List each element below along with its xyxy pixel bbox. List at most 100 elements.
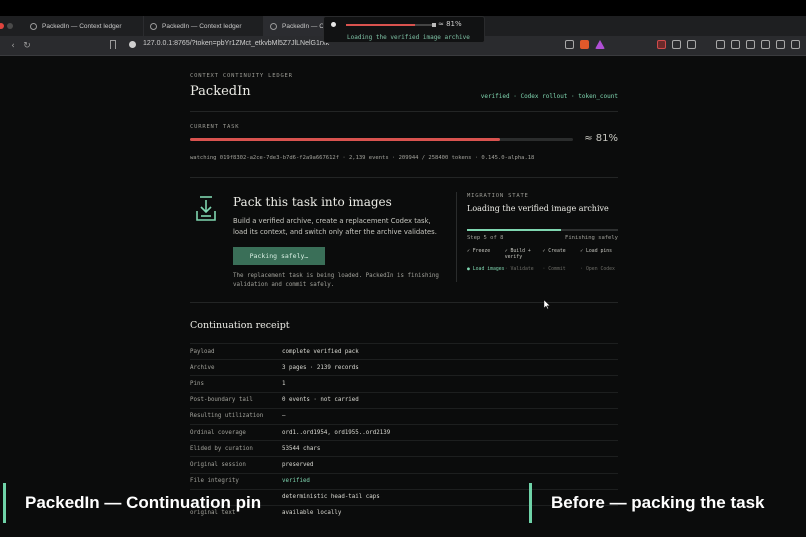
archive-download-icon [196, 196, 216, 221]
divider [190, 302, 618, 303]
receipt-value: available locally [282, 510, 342, 517]
receipt-row: Ordinal coverage ord1..ord1954, ord1955..… [190, 423, 618, 440]
receipt-key: Original session [190, 461, 246, 468]
menu-icon[interactable] [791, 40, 800, 49]
migration-step: ✓ Build + verify [504, 249, 531, 260]
music-icon[interactable] [716, 40, 725, 49]
receipt-key: Resulting utilization [190, 413, 264, 420]
pack-note: The replacement task is being loaded. Pa… [233, 273, 439, 288]
bookmark-icon[interactable] [110, 40, 116, 49]
window-top-strip [0, 0, 806, 16]
receipt-row: Elided by curation 53544 chars [190, 440, 618, 456]
receipt-key: Payload [190, 348, 215, 355]
divider [190, 111, 618, 112]
migration-steps: ✓ Freeze ✓ Build + verify ✓ Create ✓ Loa… [467, 249, 618, 273]
toolbar-icons [565, 40, 800, 49]
brave-rewards-icon[interactable] [595, 40, 605, 49]
receipt-key: Post-boundary tail [190, 397, 253, 404]
migration-step: · Commit [542, 267, 566, 272]
receipt-value: 3 pages · 2139 records [282, 364, 359, 371]
close-window-button[interactable] [0, 23, 4, 29]
migration-step: · Validate [504, 267, 534, 272]
step-counter: Step 5 of 8 [467, 235, 504, 241]
status-dot-icon [331, 22, 336, 27]
leo-icon[interactable] [761, 40, 770, 49]
caption-left: PackedIn — Continuation pin [3, 483, 261, 523]
migration-status: Finishing safely [565, 235, 618, 241]
vpn-icon[interactable] [776, 40, 785, 49]
task-progress-fill [190, 138, 501, 141]
minimize-window-button[interactable] [7, 23, 13, 29]
popup-message: Loading the verified image archive [347, 34, 470, 41]
popup-percent: ≈ 81% [438, 20, 462, 28]
tab-label: PackedIn — Context ledger [42, 22, 122, 30]
current-task-eyebrow: CURRENT TASK [190, 124, 240, 130]
ledger-eyebrow: CONTEXT CONTINUITY LEDGER [190, 73, 293, 79]
puzzle-icon[interactable] [672, 40, 681, 49]
sidebar-icon[interactable] [731, 40, 740, 49]
migration-step: ✓ Freeze [467, 249, 491, 254]
site-info-icon[interactable] [129, 41, 136, 48]
mouse-cursor-icon [544, 300, 550, 309]
task-progress-track [190, 138, 573, 141]
page-content: CONTEXT CONTINUITY LEDGER PackedIn verif… [0, 57, 806, 537]
migration-step: ✓ Create [542, 249, 566, 254]
caption-accent-bar [3, 483, 6, 523]
popup-progress-fill [346, 24, 415, 26]
browser-tab-1[interactable]: PackedIn — Context ledger [24, 16, 144, 36]
receipt-value: complete verified pack [282, 348, 359, 355]
toolbar-spacer [611, 40, 651, 49]
caption-left-text: PackedIn — Continuation pin [25, 493, 262, 512]
wallet-icon[interactable] [746, 40, 755, 49]
stop-icon[interactable] [432, 23, 436, 27]
receipt-key: Pins [190, 380, 204, 387]
browser-tab-2[interactable]: PackedIn — Context ledger [144, 16, 264, 36]
pack-description: Build a verified archive, create a repla… [233, 217, 437, 236]
receipt-row: Pins 1 [190, 375, 618, 391]
packing-button[interactable]: Packing safely… [233, 247, 325, 265]
receipt-key: Ordinal coverage [190, 429, 246, 436]
receipt-row: Payload complete verified pack [190, 343, 618, 359]
receipt-row: Original session preserved [190, 456, 618, 472]
back-icon[interactable]: ‹ [6, 41, 20, 51]
migration-panel: MIGRATION STATE Loading the verified ima… [467, 193, 618, 273]
brave-shields-icon[interactable] [580, 40, 589, 49]
receipt-value: deterministic head-tail caps [282, 494, 380, 501]
caption-right: Before — packing the task [529, 483, 765, 523]
extension-icon[interactable] [657, 40, 666, 49]
share-icon[interactable] [565, 40, 574, 49]
receipt-row: Archive 3 pages · 2139 records [190, 359, 618, 375]
migration-step: · Open Codex [580, 267, 615, 272]
receipt-value: 0 events · not carried [282, 397, 359, 404]
receipt-key: Elided by curation [190, 445, 253, 452]
receipt-value: 53544 chars [282, 445, 321, 452]
status-tags: verified · Codex rollout · token_count [480, 93, 618, 100]
receipt-value: verified [282, 478, 310, 485]
reload-icon[interactable]: ↻ [20, 41, 34, 51]
migration-title: Loading the verified image archive [467, 204, 609, 213]
migration-step-row: Step 5 of 8 Finishing safely [467, 235, 618, 241]
globe-icon [30, 22, 37, 30]
progress-popup: ≈ 81% Loading the verified image archive [323, 16, 485, 43]
receipt-value: 1 [282, 380, 286, 387]
url-field[interactable]: 127.0.0.1:8765/?token=pbYr1ZMct_etkvbMl5… [143, 40, 329, 47]
tab-label: PackedIn — Context ledger [162, 22, 242, 30]
tab-label: PackedIn — C [282, 22, 324, 30]
caption-right-text: Before — packing the task [551, 493, 765, 512]
migration-step: ✓ Load pins [580, 249, 613, 254]
migration-divider [456, 192, 457, 282]
reader-icon[interactable] [687, 40, 696, 49]
pack-title: Pack this task into images [233, 195, 392, 209]
receipt-value: preserved [282, 461, 314, 468]
caption-accent-bar [529, 483, 532, 523]
window-controls [0, 16, 24, 36]
globe-icon [150, 22, 157, 30]
receipt-row: Post-boundary tail 0 events · not carried [190, 391, 618, 408]
migration-progress-track [467, 229, 618, 231]
receipt-title: Continuation receipt [190, 320, 290, 331]
divider [190, 177, 618, 178]
migration-progress-fill [467, 229, 562, 231]
page-title: PackedIn [190, 84, 251, 99]
receipt-key: Archive [190, 364, 215, 371]
globe-icon [270, 22, 277, 30]
